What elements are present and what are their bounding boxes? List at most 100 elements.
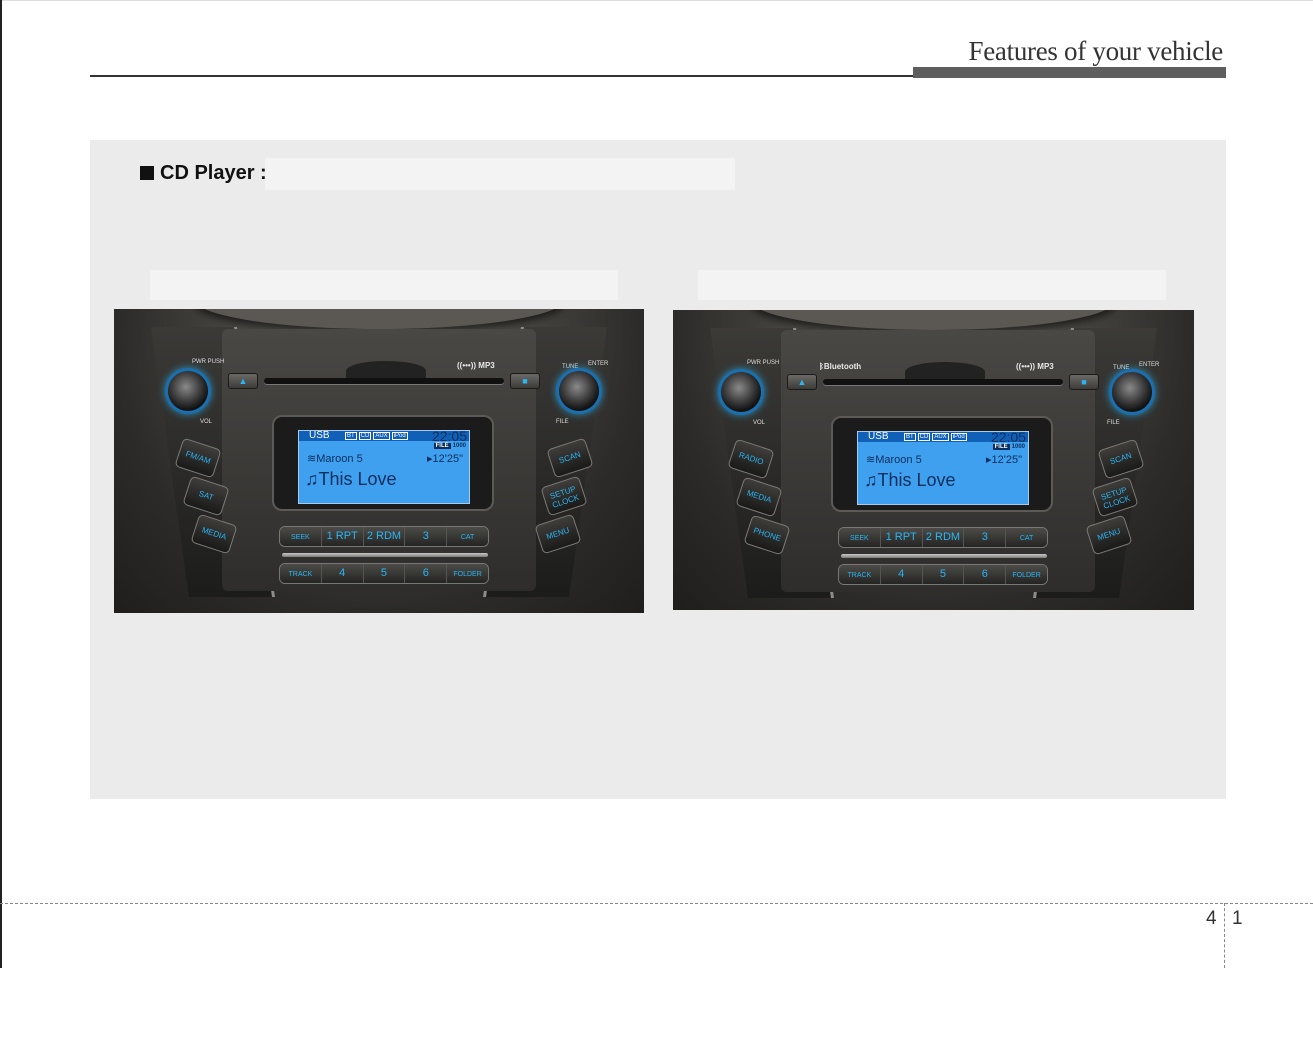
screen-mode-icons: BT CD AUX iPod — [345, 432, 410, 440]
screen-duration: ▸12'25" — [427, 452, 463, 465]
aux-icon: AUX — [932, 433, 949, 441]
aux-icon: AUX — [373, 432, 390, 440]
artist-text: Maroon 5 — [316, 453, 363, 465]
eject-button[interactable]: ▲ — [228, 373, 258, 389]
pwr-push-label: PWR PUSH — [747, 360, 780, 366]
folder-button[interactable]: FOLDER — [1006, 565, 1047, 584]
page-number: 1 — [1232, 908, 1243, 929]
tune-knob[interactable] — [1112, 372, 1152, 412]
screen-file-info: FILE 1000 — [433, 443, 466, 449]
cd-icon: CD — [917, 433, 931, 441]
folder-icon: ≋ — [307, 453, 317, 465]
cd-slot[interactable] — [264, 378, 504, 384]
screen-file-info: FILE 1000 — [992, 444, 1025, 450]
file-number: 1000 — [452, 443, 466, 449]
seek-button[interactable]: SEEK — [839, 528, 881, 547]
duration-text: 12'25" — [432, 453, 463, 465]
preset-4-button[interactable]: 4 — [321, 564, 364, 583]
screen-source: USB — [868, 431, 889, 442]
preset-1-rpt-button[interactable]: 1 RPT — [880, 528, 923, 547]
ipod-icon: iPod — [391, 432, 408, 440]
enter-label: ENTER — [588, 361, 609, 367]
radio-panel-bluetooth: ▲ ■ ᛒBluetooth ((•••)) MP3 PWR PUSH VOL … — [673, 310, 1194, 610]
footer-dashed-rule — [0, 903, 1313, 904]
duration-text: 12'25" — [991, 454, 1022, 466]
cat-button[interactable]: CAT — [447, 527, 488, 546]
preset-5-button[interactable]: 5 — [363, 564, 406, 583]
music-note-icon: ♫ — [305, 469, 319, 489]
cd-slot[interactable] — [823, 379, 1063, 385]
screen-artist: ≋Maroon 5 — [866, 453, 922, 466]
music-note-icon: ♫ — [864, 470, 878, 490]
vol-label: VOL — [200, 419, 213, 425]
header-accent-bar — [913, 67, 1226, 78]
preset-1-rpt-button[interactable]: 1 RPT — [321, 527, 364, 546]
display-screen: USB BT CD AUX iPod 22:05 FILE 1000 ≋Maroon 5… — [857, 429, 1029, 505]
faint-caption-left — [150, 270, 618, 300]
section-title-text: CD Player : — [160, 162, 267, 184]
faint-caption-right — [698, 270, 1166, 300]
ipod-icon: iPod — [950, 433, 967, 441]
load-button[interactable]: ■ — [1069, 374, 1099, 390]
song-text: This Love — [877, 470, 956, 490]
artist-text: Maroon 5 — [875, 454, 922, 466]
load-button[interactable]: ■ — [510, 373, 540, 389]
tune-knob[interactable] — [559, 371, 599, 411]
eject-button[interactable]: ▲ — [787, 374, 817, 390]
preset-5-button[interactable]: 5 — [922, 565, 965, 584]
footer-page-divider — [1224, 903, 1225, 968]
bluetooth-logo: ᛒBluetooth — [819, 362, 861, 371]
file-tag: FILE — [433, 443, 451, 449]
track-button[interactable]: TRACK — [280, 564, 322, 583]
preset-row-2: TRACK 4 5 6 FOLDER — [279, 563, 489, 584]
header-rule — [90, 75, 915, 77]
cd-icon: CD — [358, 432, 372, 440]
enter-label: ENTER — [1139, 362, 1160, 368]
chapter-header-title: Features of your vehicle — [968, 36, 1224, 66]
preset-3-button[interactable]: 3 — [405, 527, 448, 546]
volume-knob[interactable] — [721, 372, 761, 412]
cat-button[interactable]: CAT — [1006, 528, 1047, 547]
file-label: FILE — [556, 419, 569, 425]
screen-clock: 22:05 — [431, 428, 467, 444]
file-number: 1000 — [1011, 444, 1025, 450]
tune-label: TUNE — [1113, 365, 1130, 371]
bluetooth-icon: BT — [904, 433, 916, 441]
display-screen: USB BT CD AUX iPod 22:05 FILE 1000 ≋Maroon 5… — [298, 428, 470, 504]
vol-label: VOL — [753, 420, 766, 426]
preset-2-rdm-button[interactable]: 2 RDM — [922, 528, 965, 547]
chrome-divider — [841, 554, 1047, 558]
folder-icon: ≋ — [866, 454, 876, 466]
track-button[interactable]: TRACK — [839, 565, 881, 584]
page-left-rule — [0, 0, 2, 968]
preset-3-button[interactable]: 3 — [964, 528, 1007, 547]
preset-row-1: SEEK 1 RPT 2 RDM 3 CAT — [279, 526, 489, 547]
screen-song: ♫This Love — [864, 470, 956, 491]
mp3-logo: ((•••)) MP3 — [457, 361, 495, 370]
seek-button[interactable]: SEEK — [280, 527, 322, 546]
file-tag: FILE — [992, 444, 1010, 450]
faint-label-area — [265, 158, 735, 190]
preset-4-button[interactable]: 4 — [880, 565, 923, 584]
page-chapter-number: 4 — [1206, 908, 1217, 929]
bluetooth-icon: BT — [345, 432, 357, 440]
bluetooth-text: Bluetooth — [823, 362, 862, 371]
screen-mode-icons: BT CD AUX iPod — [904, 433, 969, 441]
screen-clock: 22:05 — [990, 429, 1026, 445]
screen-song: ♫This Love — [305, 469, 397, 490]
folder-button[interactable]: FOLDER — [447, 564, 488, 583]
chrome-divider — [282, 553, 488, 557]
preset-2-rdm-button[interactable]: 2 RDM — [363, 527, 406, 546]
radio-panel-standard: ▲ ■ ((•••)) MP3 PWR PUSH VOL TUNE ENTER … — [114, 309, 644, 613]
tune-label: TUNE — [562, 364, 579, 370]
preset-6-button[interactable]: 6 — [964, 565, 1007, 584]
bullet-square-icon — [140, 166, 154, 180]
pwr-push-label: PWR PUSH — [192, 359, 225, 365]
preset-6-button[interactable]: 6 — [405, 564, 448, 583]
mp3-logo: ((•••)) MP3 — [1016, 362, 1054, 371]
preset-row-2: TRACK 4 5 6 FOLDER — [838, 564, 1048, 585]
section-title: CD Player : — [140, 162, 267, 185]
volume-knob[interactable] — [168, 371, 208, 411]
file-label: FILE — [1107, 420, 1120, 426]
screen-duration: ▸12'25" — [986, 453, 1022, 466]
